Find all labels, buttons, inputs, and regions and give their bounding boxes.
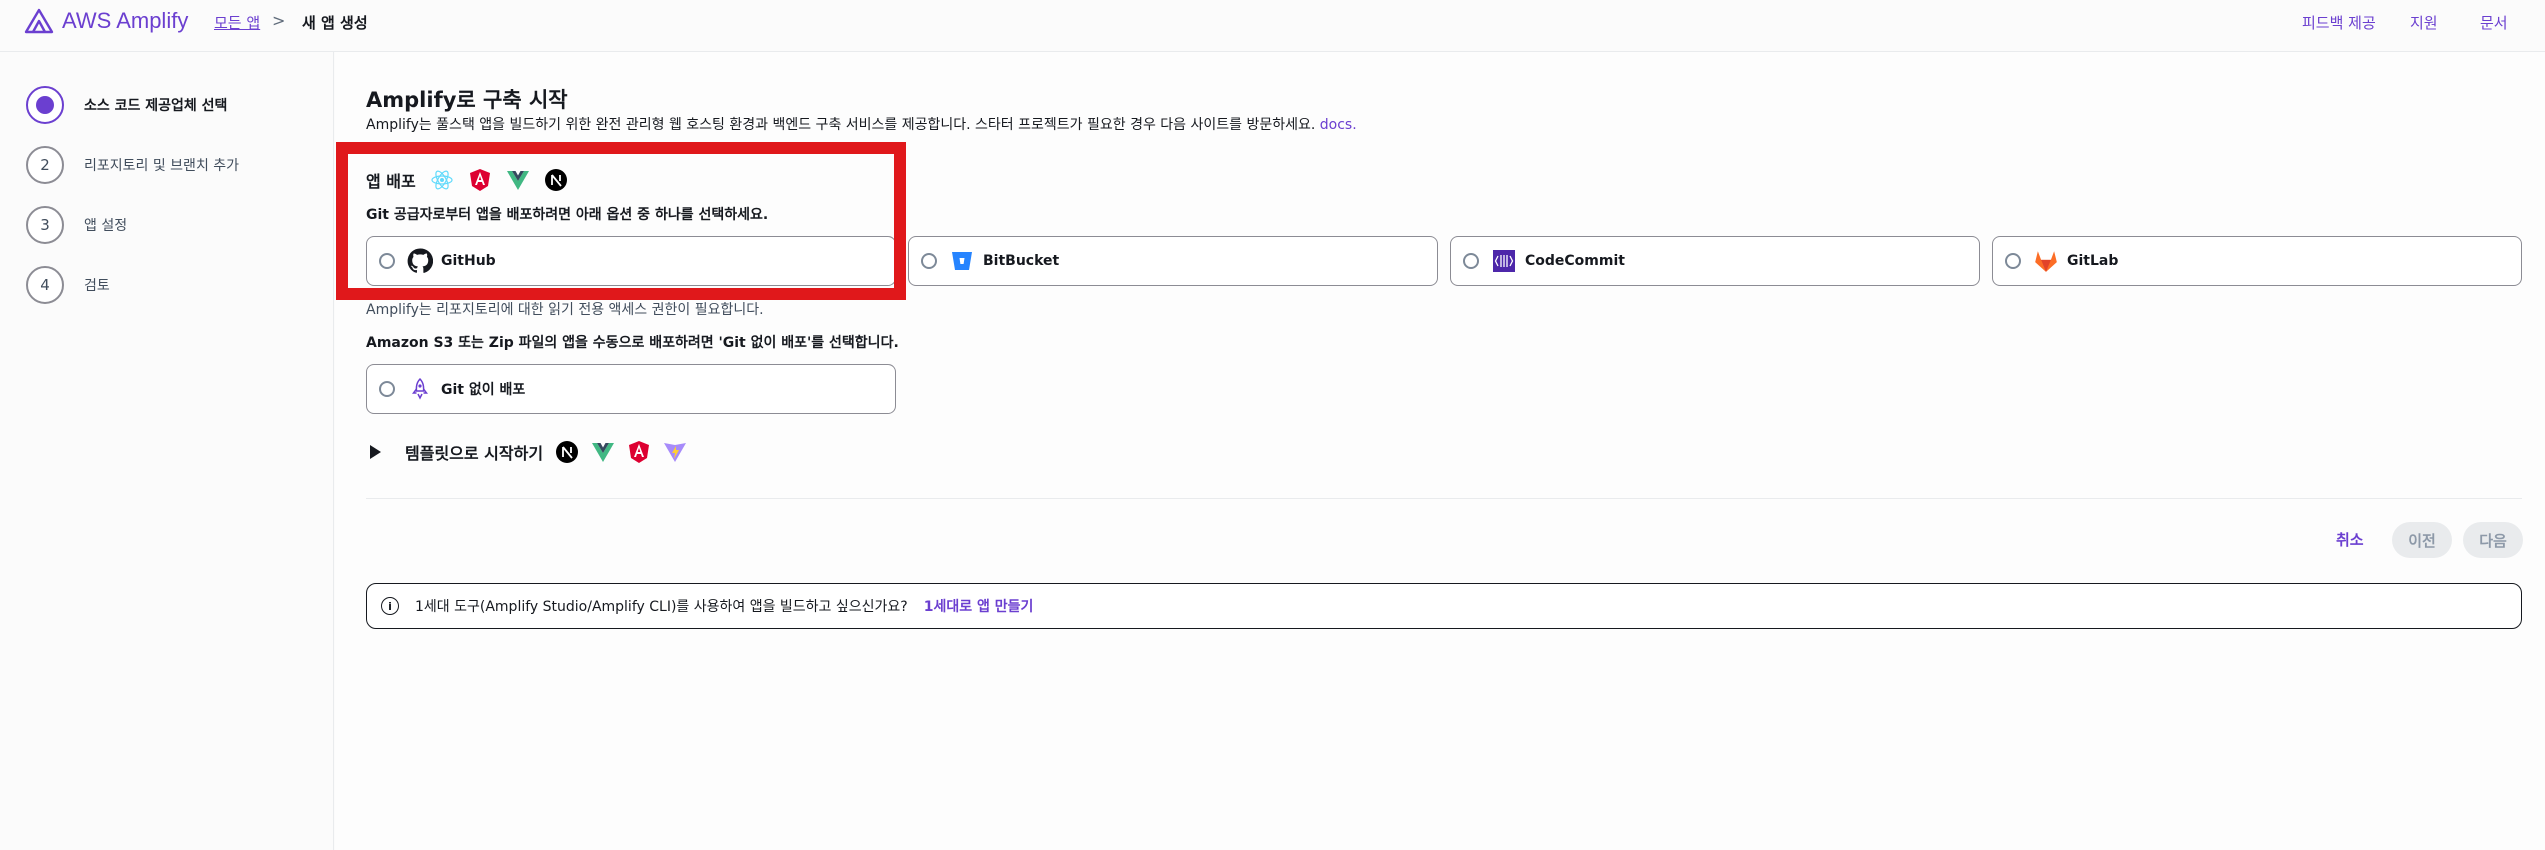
nextjs-icon — [544, 168, 568, 192]
breadcrumb-current: 새 앱 생성 — [302, 14, 368, 32]
breadcrumb-separator: > — [272, 11, 286, 30]
vite-icon — [663, 440, 687, 464]
step-3[interactable]: 3 앱 설정 — [26, 206, 127, 244]
wizard-steps: 소스 코드 제공업체 선택 2 리포지토리 및 브랜치 추가 3 앱 설정 4 … — [0, 52, 334, 850]
create-gen1-app-link[interactable]: 1세대로 앱 만들기 — [924, 596, 1034, 616]
page-title: Amplify로 구축 시작 — [366, 88, 568, 112]
step-3-indicator: 3 — [26, 206, 64, 244]
info-icon: i — [381, 597, 399, 615]
gitlab-icon — [2033, 248, 2059, 274]
docs-inline-link[interactable]: docs. — [1320, 117, 1357, 133]
step-4[interactable]: 4 검토 — [26, 266, 110, 304]
repo-access-note: Amplify는 리포지토리에 대한 읽기 전용 액세스 권한이 필요합니다. — [366, 302, 764, 318]
step-2[interactable]: 2 리포지토리 및 브랜치 추가 — [26, 146, 239, 184]
feedback-link[interactable]: 피드백 제공 — [2302, 12, 2376, 33]
github-label: GitHub — [441, 253, 496, 269]
cancel-button[interactable]: 취소 — [2336, 529, 2364, 550]
vue-icon — [591, 440, 615, 464]
github-radio[interactable] — [379, 253, 395, 269]
step-2-indicator: 2 — [26, 146, 64, 184]
codecommit-option[interactable]: CodeCommit — [1450, 236, 1980, 286]
deploy-without-git-radio[interactable] — [379, 381, 395, 397]
breadcrumb-all-apps[interactable]: 모든 앱 — [214, 12, 260, 33]
codecommit-radio[interactable] — [1463, 253, 1479, 269]
nextjs-icon — [555, 440, 579, 464]
deploy-without-git-label: Git 없이 배포 — [441, 382, 526, 398]
support-link[interactable]: 지원 — [2410, 12, 2438, 33]
rocket-icon — [407, 376, 433, 402]
top-navigation: AWS Amplify 모든 앱 > 새 앱 생성 피드백 제공 지원 문서 — [0, 0, 2545, 52]
logo-text: AWS Amplify — [62, 8, 189, 33]
page-description: Amplify는 풀스택 앱을 빌드하기 위한 완전 관리형 웹 호스팅 환경과… — [366, 114, 1357, 134]
deploy-subtitle: Git 공급자로부터 앱을 배포하려면 아래 옵션 중 하나를 선택하세요. — [366, 207, 769, 223]
manual-deploy-note: Amazon S3 또는 Zip 파일의 앱을 수동으로 배포하려면 'Git … — [366, 335, 899, 351]
step-3-label: 앱 설정 — [84, 218, 128, 234]
section-divider — [366, 498, 2522, 499]
description-text: Amplify는 풀스택 앱을 빌드하기 위한 완전 관리형 웹 호스팅 환경과… — [366, 117, 1316, 133]
github-option[interactable]: GitHub — [366, 236, 896, 286]
codecommit-icon — [1491, 248, 1517, 274]
bitbucket-option[interactable]: BitBucket — [908, 236, 1438, 286]
aws-amplify-logo[interactable]: AWS Amplify — [24, 8, 188, 34]
step-4-label: 검토 — [84, 278, 110, 294]
step-1-indicator — [26, 86, 64, 124]
previous-button[interactable]: 이전 — [2392, 522, 2452, 558]
gen1-info-banner: i 1세대 도구(Amplify Studio/Amplify CLI)를 사용… — [366, 583, 2522, 629]
react-icon — [430, 168, 454, 192]
github-icon — [407, 248, 433, 274]
deploy-without-git-option[interactable]: Git 없이 배포 — [366, 364, 896, 414]
amplify-logo-icon — [24, 8, 54, 34]
bitbucket-icon — [949, 248, 975, 274]
angular-icon — [627, 440, 651, 464]
step-4-indicator: 4 — [26, 266, 64, 304]
codecommit-label: CodeCommit — [1525, 253, 1625, 269]
deploy-section-title: 앱 배포 — [366, 168, 568, 192]
gitlab-label: GitLab — [2067, 253, 2119, 269]
next-button[interactable]: 다음 — [2463, 522, 2523, 558]
caret-right-icon — [370, 445, 381, 459]
bitbucket-label: BitBucket — [983, 253, 1060, 269]
step-1[interactable]: 소스 코드 제공업체 선택 — [26, 86, 227, 124]
gitlab-option[interactable]: GitLab — [1992, 236, 2522, 286]
info-text: 1세대 도구(Amplify Studio/Amplify CLI)를 사용하여… — [415, 599, 908, 615]
bitbucket-radio[interactable] — [921, 253, 937, 269]
docs-link[interactable]: 문서 — [2480, 12, 2508, 33]
template-expander[interactable]: 템플릿으로 시작하기 — [370, 440, 687, 464]
vue-icon — [506, 168, 530, 192]
angular-icon — [468, 168, 492, 192]
step-2-label: 리포지토리 및 브랜치 추가 — [84, 158, 240, 174]
gitlab-radio[interactable] — [2005, 253, 2021, 269]
deploy-title-text: 앱 배포 — [366, 172, 416, 191]
step-1-label: 소스 코드 제공업체 선택 — [84, 98, 228, 114]
template-label: 템플릿으로 시작하기 — [405, 444, 544, 463]
